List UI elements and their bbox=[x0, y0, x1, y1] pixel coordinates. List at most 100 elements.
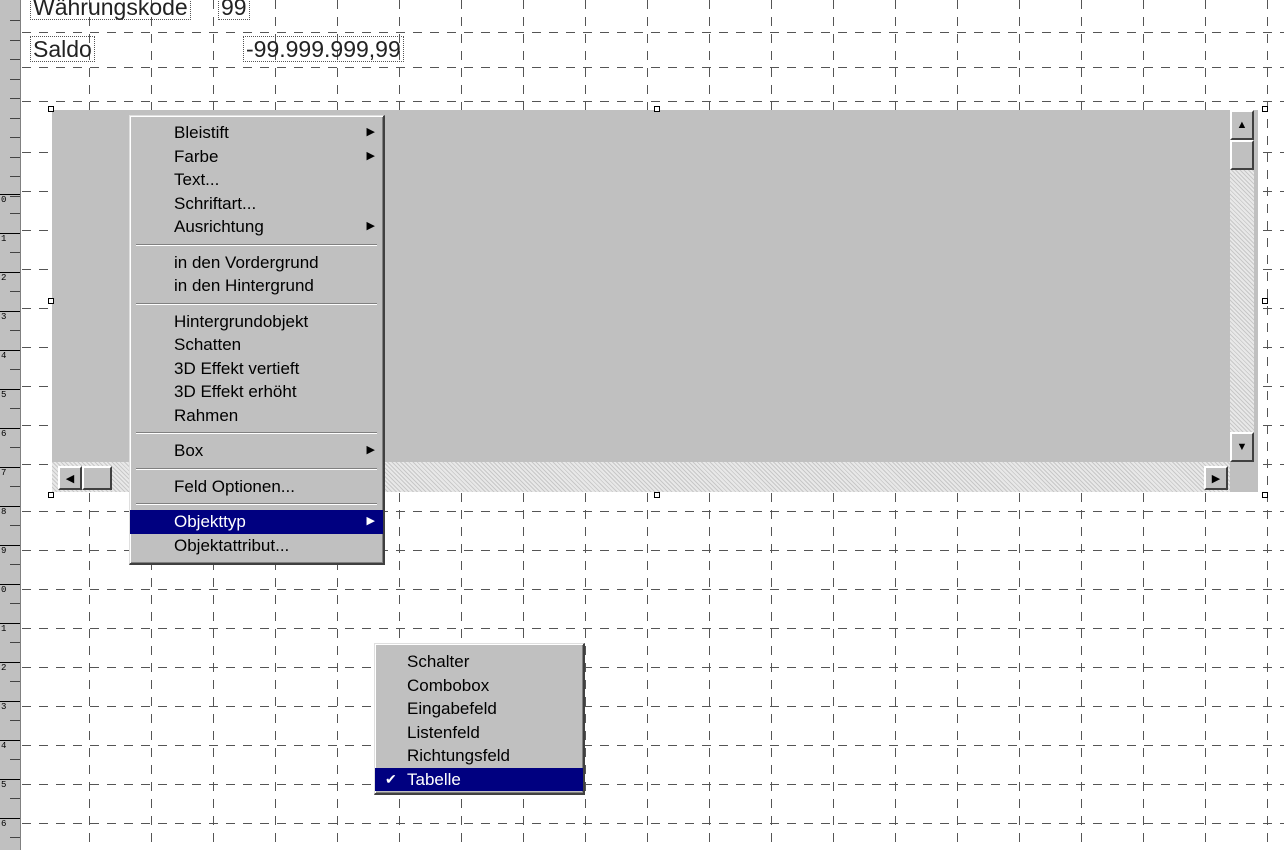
ruler-subtick bbox=[10, 78, 20, 80]
scroll-left-button[interactable]: ◀ bbox=[58, 466, 82, 490]
triangle-down-icon: ▼ bbox=[1236, 441, 1248, 453]
ruler-number: 4 bbox=[1, 741, 7, 751]
menu-item-label: Objekttyp bbox=[174, 512, 246, 531]
menu-item[interactable]: Bleistift ▶ bbox=[130, 121, 383, 145]
menu-item[interactable]: in den Hintergrund bbox=[130, 274, 383, 298]
ruler-subtick bbox=[10, 156, 20, 158]
ruler-number: 6 bbox=[1, 429, 7, 439]
grid-line bbox=[22, 823, 1284, 824]
menu-item-label: Schriftart... bbox=[174, 193, 257, 213]
resize-handle[interactable] bbox=[1262, 106, 1268, 112]
resize-handle[interactable] bbox=[48, 106, 54, 112]
submenu-item[interactable]: Eingabefeld bbox=[375, 697, 583, 721]
menu-item[interactable]: Schatten bbox=[130, 333, 383, 357]
menu-item-label: Schatten bbox=[174, 335, 242, 354]
menu-item[interactable]: Feld Optionen... bbox=[130, 475, 383, 499]
submenu-item-label: Combobox bbox=[407, 675, 490, 695]
resize-handle[interactable] bbox=[1262, 492, 1268, 498]
ruler-subtick bbox=[10, 408, 20, 409]
menu-item[interactable]: Text... bbox=[130, 168, 383, 192]
submenu-item[interactable]: Schalter bbox=[375, 650, 583, 674]
ruler-subtick bbox=[10, 720, 20, 721]
resize-handle[interactable] bbox=[48, 492, 54, 498]
triangle-right-icon: ▶ bbox=[1211, 472, 1221, 485]
saldo-value[interactable]: -99.999.999,99 bbox=[243, 36, 404, 62]
ruler-subtick bbox=[10, 486, 20, 487]
ruler-number: 0 bbox=[1, 195, 7, 205]
menu-item[interactable]: Objekttyp ▶ bbox=[130, 510, 383, 534]
ruler-subtick bbox=[10, 291, 20, 292]
menu-item-label: Text... bbox=[174, 170, 220, 189]
grid-line bbox=[22, 667, 1284, 668]
scroll-up-button[interactable]: ▲ bbox=[1230, 110, 1254, 140]
submenu-item[interactable]: Combobox bbox=[375, 674, 583, 698]
menu-item-label: Farbe bbox=[174, 146, 219, 166]
currency-code-label[interactable]: Währungskode bbox=[30, 0, 191, 20]
submenu-item-label: Listenfeld bbox=[407, 722, 480, 742]
menu-separator bbox=[130, 427, 383, 439]
scroll-down-button[interactable]: ▼ bbox=[1230, 432, 1254, 462]
ruler-number: 5 bbox=[1, 390, 7, 400]
submenu-item-label: Richtungsfeld bbox=[407, 746, 511, 765]
ruler-subtick bbox=[10, 681, 20, 682]
submenu-item[interactable]: Listenfeld bbox=[375, 721, 583, 745]
ruler-subtick bbox=[10, 137, 20, 138]
submenu-item[interactable]: Richtungsfeld bbox=[375, 744, 583, 768]
menu-item[interactable]: Ausrichtung ▶ bbox=[130, 215, 383, 239]
menu-item-label: 3D Effekt vertieft bbox=[174, 358, 300, 378]
menu-item[interactable]: in den Vordergrund bbox=[130, 251, 383, 275]
submenu-item-label: Eingabefeld bbox=[407, 699, 497, 718]
menu-item[interactable]: Objektattribut... bbox=[130, 534, 383, 558]
resize-handle[interactable] bbox=[654, 492, 660, 498]
scroll-right-button[interactable]: ▶ bbox=[1204, 466, 1228, 490]
menu-item[interactable]: 3D Effekt vertieft bbox=[130, 357, 383, 381]
horizontal-scroll-thumb[interactable] bbox=[82, 466, 112, 490]
ruler-subtick bbox=[10, 213, 20, 214]
ruler-subtick bbox=[10, 798, 20, 799]
ruler-number: 3 bbox=[1, 702, 7, 712]
ruler-number: 8 bbox=[1, 507, 7, 517]
currency-code-value[interactable]: 99 bbox=[218, 0, 250, 20]
ruler-subtick bbox=[10, 252, 20, 253]
ruler-number: 4 bbox=[1, 351, 7, 361]
ruler-number: 2 bbox=[1, 663, 7, 673]
menu-item[interactable]: Hintergrundobjekt bbox=[130, 310, 383, 334]
ruler-number: 5 bbox=[1, 780, 7, 790]
menu-item[interactable]: 3D Effekt erhöht bbox=[130, 380, 383, 404]
resize-handle[interactable] bbox=[654, 106, 660, 112]
triangle-right-icon: ▶ bbox=[366, 220, 375, 232]
ruler-subtick bbox=[10, 330, 20, 331]
menu-item[interactable]: Rahmen bbox=[130, 404, 383, 428]
ruler-number: 7 bbox=[1, 468, 7, 478]
triangle-up-icon: ▲ bbox=[1236, 119, 1248, 131]
ruler-subtick bbox=[10, 564, 20, 565]
grid-line bbox=[22, 67, 1284, 68]
resize-handle[interactable] bbox=[48, 298, 54, 304]
ruler-subtick bbox=[10, 759, 20, 760]
grid-line bbox=[1267, 0, 1268, 850]
menu-item[interactable]: Farbe ▶ bbox=[130, 145, 383, 169]
resize-handle[interactable] bbox=[1262, 298, 1268, 304]
ruler-subtick bbox=[10, 98, 20, 99]
menu-item-label: Ausrichtung bbox=[174, 217, 264, 236]
ruler-subtick bbox=[10, 447, 20, 448]
objekttyp-submenu: Schalter Combobox Eingabefeld Listenfeld Ric… bbox=[374, 643, 585, 795]
grid-line bbox=[22, 101, 1284, 102]
triangle-right-icon: ▶ bbox=[366, 515, 375, 527]
context-menu: Bleistift ▶ Farbe ▶ Text... Schriftart... Ausr… bbox=[129, 115, 385, 565]
ruler-number: 2 bbox=[1, 273, 7, 283]
grid-line bbox=[22, 784, 1284, 785]
grid-line bbox=[22, 32, 1284, 33]
ruler-subtick bbox=[10, 369, 20, 370]
ruler-subtick bbox=[10, 39, 20, 41]
submenu-item[interactable]: ✔ Tabelle bbox=[375, 767, 583, 791]
menu-item-label: Feld Optionen... bbox=[174, 476, 295, 496]
menu-item[interactable]: Box ▶ bbox=[130, 439, 383, 463]
menu-separator bbox=[130, 298, 383, 310]
ruler-subtick bbox=[10, 59, 20, 60]
vertical-scroll-thumb[interactable] bbox=[1230, 140, 1254, 170]
menu-item-label: Hintergrundobjekt bbox=[174, 311, 309, 331]
menu-item[interactable]: Schriftart... bbox=[130, 192, 383, 216]
triangle-right-icon: ▶ bbox=[366, 126, 375, 138]
saldo-label[interactable]: Saldo bbox=[30, 36, 95, 62]
